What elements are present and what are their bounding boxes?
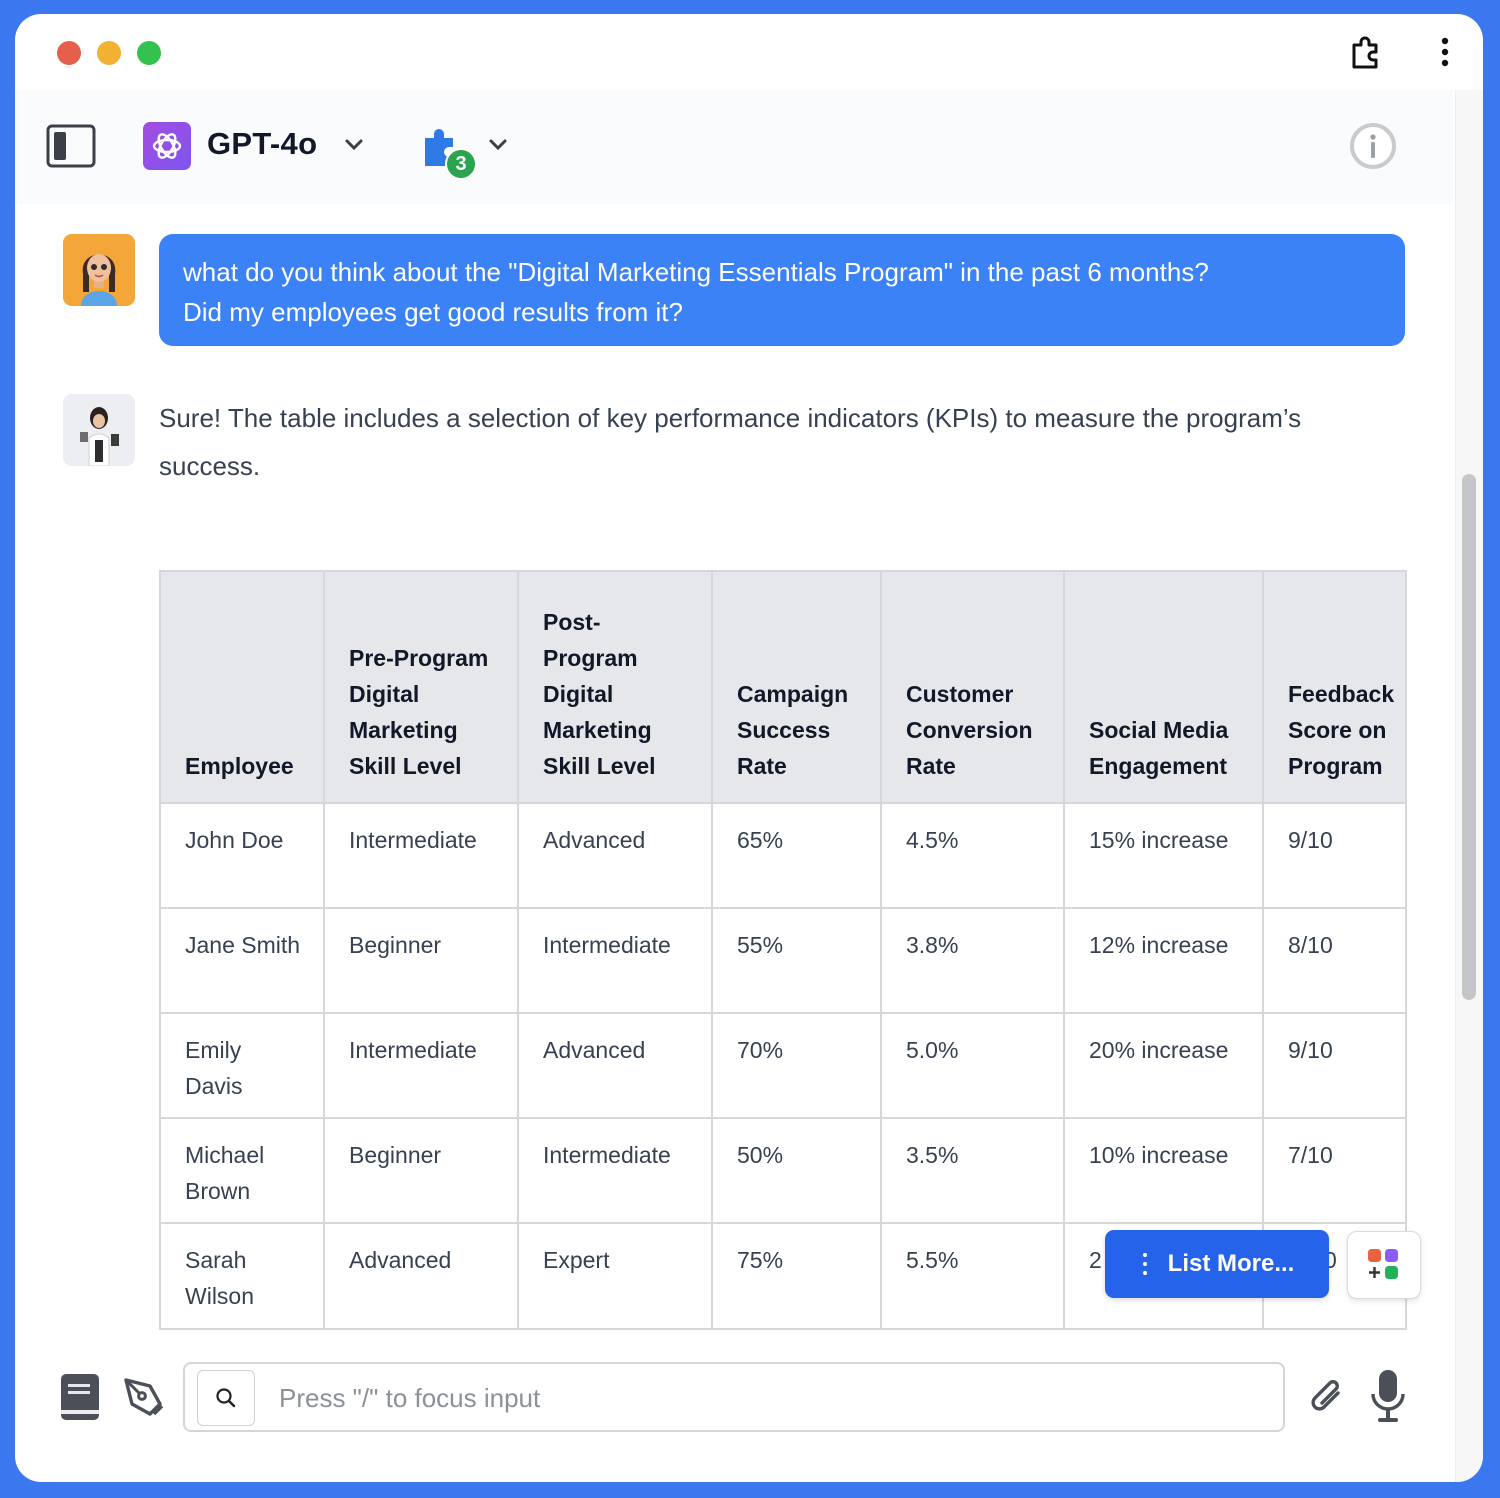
table-header-cell: Campaign Success Rate (711, 570, 882, 804)
chevron-down-icon[interactable] (341, 132, 367, 158)
table-cell: 55% (711, 907, 882, 1014)
assistant-message-text: Sure! The table includes a selection of … (159, 403, 1302, 481)
table-header-cell: Employee (159, 570, 325, 804)
pen-tool-icon[interactable] (119, 1372, 167, 1422)
table-cell: Advanced (517, 1012, 713, 1119)
table-cell: Advanced (323, 1222, 519, 1330)
table-header-cell: Social Media Engagement (1063, 570, 1264, 804)
sidebar-toggle-icon[interactable] (45, 124, 97, 168)
table-cell: 9/10 (1262, 1012, 1407, 1119)
table-cell: Beginner (323, 1117, 519, 1224)
table-cell: 12% increase (1063, 907, 1264, 1014)
prompt-library-icon[interactable] (55, 1370, 105, 1424)
plugins-button[interactable]: 3 (419, 122, 481, 184)
table-cell: John Doe (159, 802, 325, 909)
table-cell: 4.5% (880, 802, 1065, 909)
table-cell: 3.8% (880, 907, 1065, 1014)
chevron-down-icon[interactable] (485, 132, 511, 158)
message-input[interactable] (277, 1372, 1261, 1424)
table-cell: Michael Brown (159, 1117, 325, 1224)
table-cell: Expert (517, 1222, 713, 1330)
table-row: Jane Smith Beginner Intermediate 55% 3.8… (159, 907, 1407, 1014)
table-header-row: Employee Pre-Program Digital Marketing S… (159, 570, 1407, 804)
microphone-icon[interactable] (1367, 1366, 1409, 1428)
minimize-window-button[interactable] (97, 41, 121, 65)
table-cell: 9/10 (1262, 802, 1407, 909)
close-window-button[interactable] (57, 41, 81, 65)
search-button[interactable] (197, 1370, 255, 1426)
table-cell: Sarah Wilson (159, 1222, 325, 1330)
info-icon[interactable] (1347, 120, 1399, 172)
table-cell: 7/10 (1262, 1117, 1407, 1224)
table-cell: Advanced (517, 802, 713, 909)
table-cell: 8/10 (1262, 907, 1407, 1014)
assistant-avatar (63, 394, 135, 466)
gpt-logo-icon (143, 122, 191, 170)
user-message-line-1: what do you think about the "Digital Mar… (183, 257, 1209, 287)
table-cell: 10% increase (1063, 1117, 1264, 1224)
table-cell: 5.0% (880, 1012, 1065, 1119)
table-cell: Intermediate (517, 1117, 713, 1224)
search-icon (216, 1388, 236, 1408)
table-cell: 20% increase (1063, 1012, 1264, 1119)
table-row: Emily Davis Intermediate Advanced 70% 5.… (159, 1012, 1407, 1119)
table-cell: Jane Smith (159, 907, 325, 1014)
more-options-icon[interactable] (1431, 34, 1459, 70)
table-cell: 70% (711, 1012, 882, 1119)
table-header-cell: Customer Conversion Rate (880, 570, 1065, 804)
table-cell: 75% (711, 1222, 882, 1330)
apps-grid-icon (1368, 1249, 1398, 1279)
table-cell: Emily Davis (159, 1012, 325, 1119)
table-cell: 50% (711, 1117, 882, 1224)
table-header-cell: Post-Program Digital Marketing Skill Lev… (517, 570, 713, 804)
table-header-cell: Pre-Program Digital Marketing Skill Leve… (323, 570, 519, 804)
model-selector-label[interactable]: GPT-4o (207, 126, 317, 162)
plugin-count-badge: 3 (445, 148, 477, 180)
table-cell: 5.5% (880, 1222, 1065, 1330)
list-more-label: List More... (1167, 1250, 1295, 1277)
kebab-icon (1142, 1253, 1147, 1275)
apps-button[interactable] (1347, 1231, 1421, 1299)
table-cell: Intermediate (517, 907, 713, 1014)
user-message-bubble: what do you think about the "Digital Mar… (159, 234, 1405, 346)
table-cell: Intermediate (323, 802, 519, 909)
table-cell: 65% (711, 802, 882, 909)
user-message-line-2: Did my employees get good results from i… (183, 297, 683, 327)
table-cell: Intermediate (323, 1012, 519, 1119)
message-input-box (183, 1362, 1285, 1432)
user-avatar (63, 234, 135, 306)
table-cell: 15% increase (1063, 802, 1264, 909)
table-row: Michael Brown Beginner Intermediate 50% … (159, 1117, 1407, 1224)
table-row: John Doe Intermediate Advanced 65% 4.5% … (159, 802, 1407, 909)
scrollbar-thumb[interactable] (1462, 474, 1476, 1000)
table-header-cell: Feedback Score on Program (1262, 570, 1407, 804)
extension-icon[interactable] (1345, 32, 1389, 72)
maximize-window-button[interactable] (137, 41, 161, 65)
list-more-button[interactable]: List More... (1105, 1230, 1329, 1298)
attachment-icon[interactable] (1305, 1372, 1351, 1422)
table-cell: Beginner (323, 907, 519, 1014)
kpi-table: Employee Pre-Program Digital Marketing S… (159, 570, 1407, 1330)
app-window: GPT-4o 3 what do you think about the "Di… (15, 14, 1483, 1482)
table-cell: 3.5% (880, 1117, 1065, 1224)
